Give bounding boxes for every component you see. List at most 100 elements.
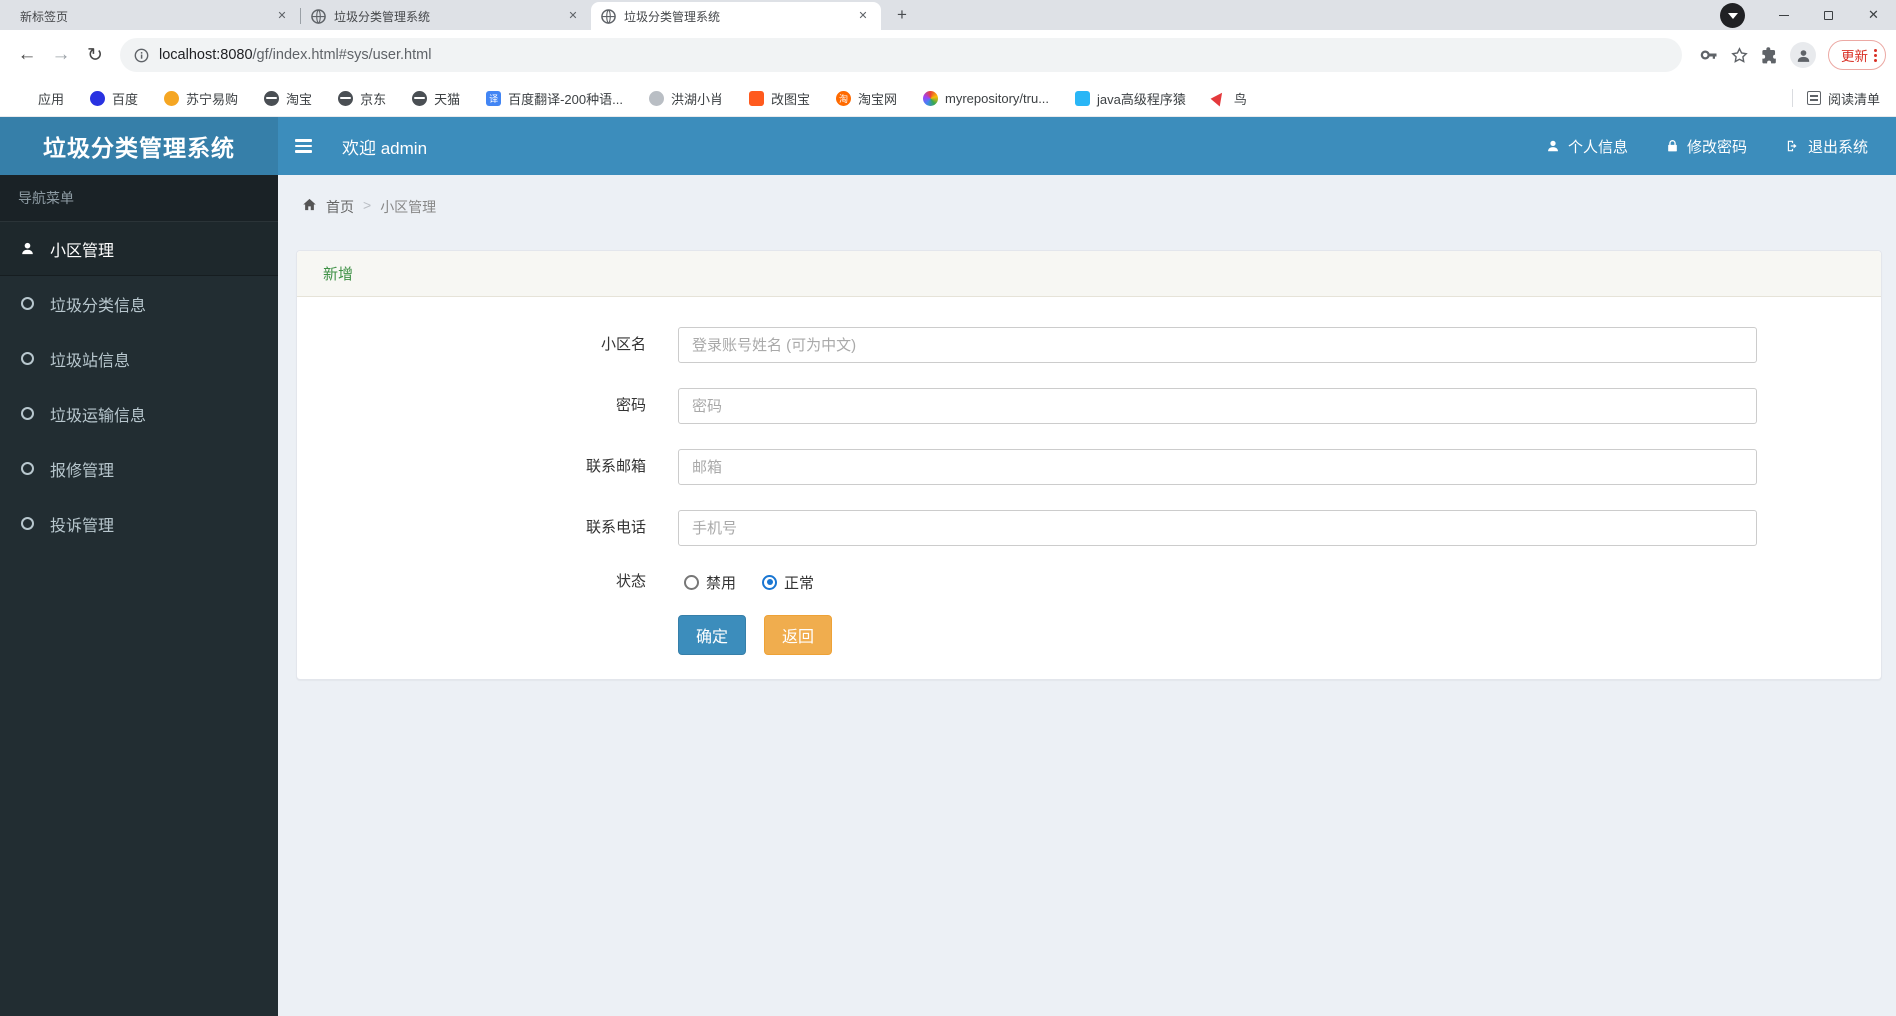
bookmark-tmall[interactable]: 天猫 — [412, 89, 460, 108]
bookmark-label: 京东 — [360, 91, 387, 107]
tab-title: 垃圾分类管理系统 — [624, 9, 721, 24]
email-input[interactable] — [678, 449, 1757, 485]
field-label: 密码 — [615, 397, 646, 414]
radio-option-normal[interactable]: 正常 — [762, 572, 814, 593]
tab-garbage-system-1[interactable]: 垃圾分类管理系统 ✕ — [301, 2, 591, 30]
phone-input[interactable] — [678, 510, 1757, 546]
field-label: 状态 — [615, 573, 646, 590]
circle-o-icon — [19, 517, 36, 530]
sidebar-item-community-management[interactable]: 小区管理 — [0, 221, 278, 276]
bookmark-baidu-translate[interactable]: 译百度翻译-200种语... — [486, 89, 623, 108]
bookmark-baidu[interactable]: 百度 — [90, 89, 138, 108]
bookmark-bird[interactable]: 鸟 — [1210, 89, 1247, 108]
reading-list-label: 阅读清单 — [1827, 91, 1880, 107]
caret-down-icon — [1727, 13, 1738, 19]
user-icon — [1547, 140, 1558, 152]
suning-favicon-icon — [164, 90, 180, 106]
sidebar-item-complaint-management[interactable]: 投诉管理 — [0, 496, 278, 551]
apps-grid-icon — [16, 91, 31, 106]
sidebar-toggle-button[interactable] — [278, 117, 328, 175]
bookmark-myrepository[interactable]: myrepository/tru... — [923, 90, 1049, 106]
taobao-favicon-icon: 淘 — [835, 90, 851, 106]
tab-new-tab-page[interactable]: 新标签页 ✕ — [10, 2, 300, 30]
sidebar-item-garbage-classification[interactable]: 垃圾分类信息 — [0, 276, 278, 331]
form-buttons: 确定 返回 — [678, 615, 1881, 655]
bookmark-label: 苏宁易购 — [186, 91, 239, 107]
java-tv-favicon-icon — [1075, 90, 1091, 106]
add-form-panel: 新增 小区名 密码 联系邮箱 联系电话 — [296, 250, 1882, 680]
panel-body: 小区名 密码 联系邮箱 联系电话 状态 — [297, 297, 1881, 679]
window-controls: ✕ — [1720, 0, 1896, 30]
profile-link[interactable]: 个人信息 — [1546, 136, 1628, 157]
tab-close-icon[interactable]: ✕ — [855, 8, 871, 24]
header-user-links: 个人信息 修改密码 退出系统 — [1546, 117, 1868, 175]
sidebar-item-garbage-transport[interactable]: 垃圾运输信息 — [0, 386, 278, 441]
bird-favicon-icon — [1210, 89, 1228, 107]
bookmark-label: 天猫 — [434, 91, 461, 107]
confirm-button[interactable]: 确定 — [678, 615, 747, 655]
maximize-button[interactable] — [1806, 0, 1851, 30]
menu-kebab-icon[interactable] — [1874, 48, 1877, 62]
bookmark-honghu[interactable]: 洪湖小肖 — [648, 89, 723, 108]
reading-list-button[interactable]: 阅读清单 — [1806, 89, 1880, 108]
app-header: 垃圾分类管理系统 欢迎 admin 个人信息 修改密码 退出系统 — [0, 117, 1896, 175]
field-label: 小区名 — [600, 336, 646, 353]
sidebar-item-repair-management[interactable]: 报修管理 — [0, 441, 278, 496]
password-input[interactable] — [678, 388, 1757, 424]
form-row-phone: 联系电话 — [297, 510, 1881, 546]
bookmark-jd[interactable]: 京东 — [338, 89, 386, 108]
change-password-link[interactable]: 修改密码 — [1666, 136, 1747, 157]
address-bar[interactable]: localhost:8080/gf/index.html#sys/user.ht… — [120, 38, 1682, 72]
chrome-update-button[interactable]: 更新 — [1828, 40, 1886, 70]
radio-checked-icon[interactable] — [762, 574, 778, 590]
bookmark-apps[interactable]: 应用 — [16, 89, 64, 108]
tab-garbage-system-2-active[interactable]: 垃圾分类管理系统 ✕ — [591, 2, 881, 30]
tab-close-icon[interactable]: ✕ — [274, 8, 290, 24]
radio-unchecked-icon[interactable] — [684, 574, 699, 590]
field-label: 联系电话 — [585, 519, 646, 536]
forward-button[interactable]: → — [44, 38, 78, 72]
close-window-button[interactable]: ✕ — [1851, 0, 1896, 30]
bookmark-taobao-site[interactable]: 淘淘宝网 — [835, 89, 897, 108]
sidebar-item-label: 报修管理 — [50, 462, 115, 480]
app-logo[interactable]: 垃圾分类管理系统 — [0, 117, 278, 175]
sidebar-item-garbage-station[interactable]: 垃圾站信息 — [0, 331, 278, 386]
breadcrumb-home[interactable]: 首页 — [326, 197, 354, 217]
community-name-input[interactable] — [678, 327, 1757, 363]
info-icon[interactable] — [134, 48, 149, 63]
honghu-favicon-icon — [648, 90, 664, 106]
sidebar: 导航菜单 小区管理 垃圾分类信息 垃圾站信息 垃圾运输信息 报修管理 投诉管理 — [0, 175, 278, 1016]
home-icon[interactable] — [302, 197, 317, 212]
breadcrumb: 首页 > 小区管理 — [278, 175, 1896, 250]
minimize-icon — [1778, 14, 1789, 16]
minimize-button[interactable] — [1761, 0, 1806, 30]
sidebar-item-label: 小区管理 — [50, 242, 115, 260]
reload-button[interactable]: ↻ — [78, 38, 112, 72]
gaitubao-favicon-icon — [748, 90, 764, 106]
tab-close-icon[interactable]: ✕ — [565, 8, 581, 24]
tab-strip: 新标签页 ✕ 垃圾分类管理系统 ✕ 垃圾分类管理系统 ✕ + ✕ — [0, 0, 1896, 30]
back-button-form[interactable]: 返回 — [764, 615, 833, 655]
sidebar-item-label: 投诉管理 — [50, 517, 115, 535]
bookmark-star-icon[interactable] — [1724, 40, 1754, 70]
bookmark-java[interactable]: java高级程序猿 — [1075, 89, 1186, 108]
field-label: 联系邮箱 — [585, 458, 646, 475]
profile-avatar[interactable] — [1790, 42, 1816, 68]
bookmark-suning[interactable]: 苏宁易购 — [164, 89, 238, 108]
extensions-puzzle-icon[interactable] — [1754, 40, 1784, 70]
sidebar-section-header: 导航菜单 — [0, 175, 278, 221]
back-button[interactable]: ← — [10, 38, 44, 72]
update-label: 更新 — [1841, 49, 1868, 64]
password-key-icon[interactable] — [1694, 40, 1724, 70]
status-radio-group: 禁用 正常 — [684, 572, 814, 593]
media-controls-button[interactable] — [1720, 2, 1745, 28]
bookmark-label: 淘宝网 — [857, 91, 897, 107]
logout-link[interactable]: 退出系统 — [1785, 136, 1868, 157]
bookmark-gaitubao[interactable]: 改图宝 — [748, 89, 810, 108]
bookmark-label: 百度翻译-200种语... — [508, 91, 623, 107]
browser-toolbar: ← → ↻ localhost:8080/gf/index.html#sys/u… — [0, 30, 1896, 80]
radio-option-disabled[interactable]: 禁用 — [684, 572, 736, 593]
new-tab-button[interactable]: + — [889, 2, 915, 28]
baidu-favicon-icon — [90, 90, 106, 106]
bookmark-taobao[interactable]: 淘宝 — [264, 89, 312, 108]
